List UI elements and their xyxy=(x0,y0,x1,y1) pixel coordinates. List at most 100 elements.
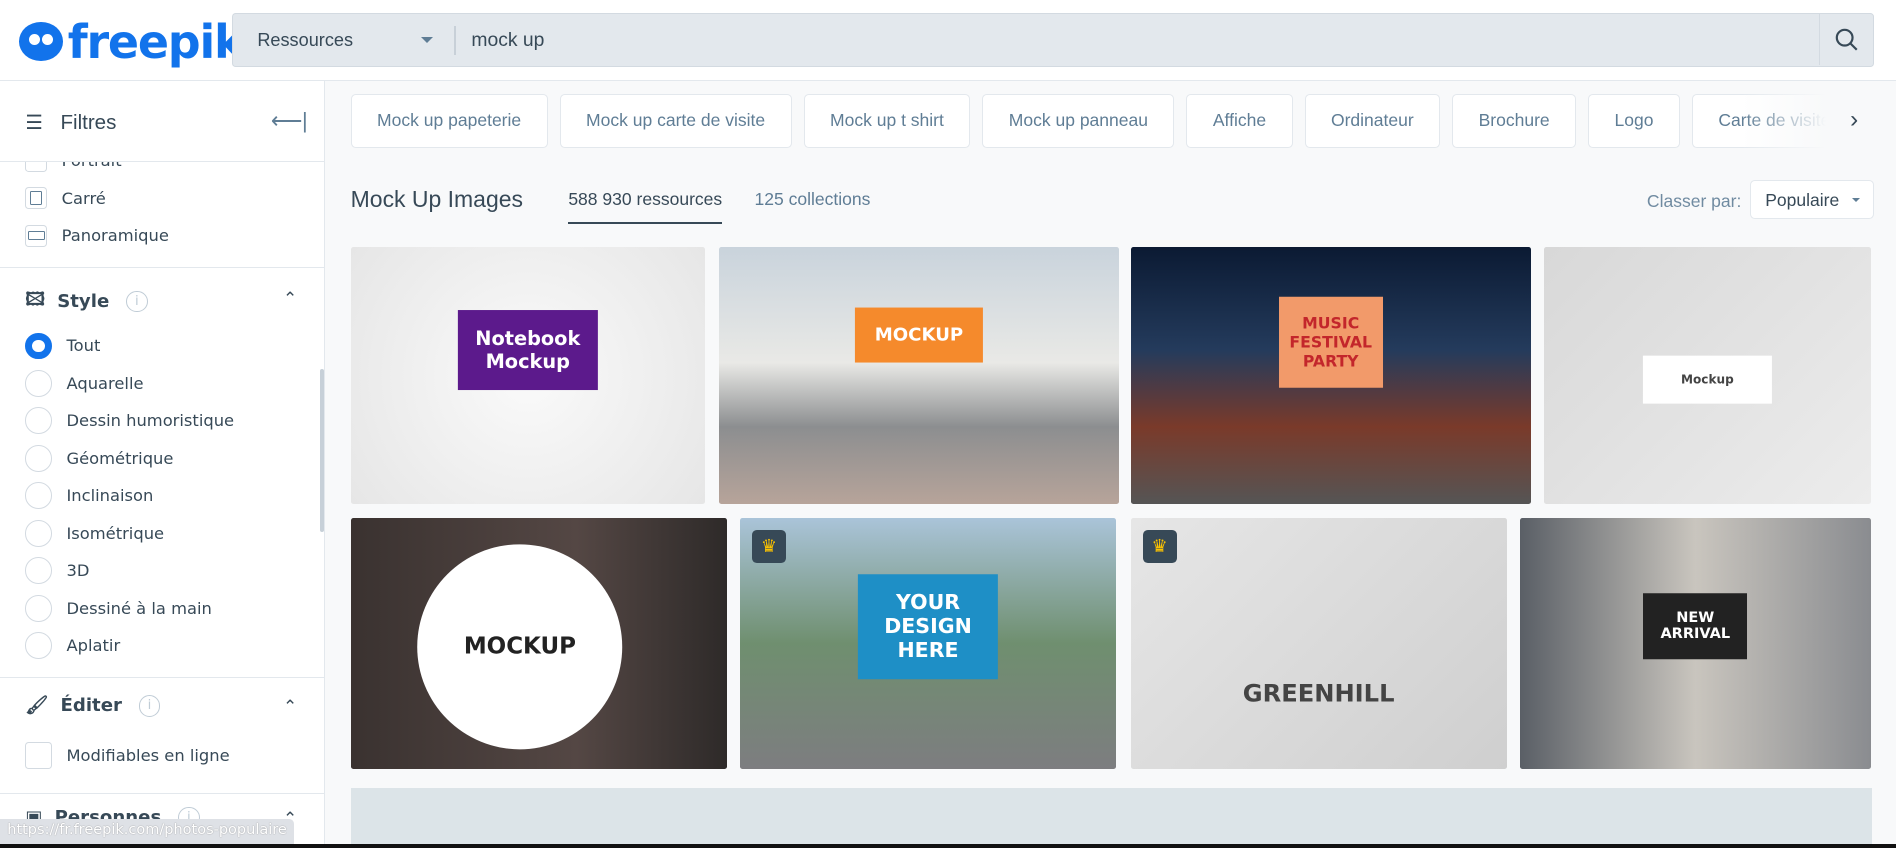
style-option[interactable]: Aplatir xyxy=(25,632,120,659)
search-bar: Ressources xyxy=(232,13,1875,67)
image-caption: YOUR DESIGN HERE xyxy=(857,573,999,680)
taskbar xyxy=(0,844,1896,848)
tag-chip[interactable]: Mock up carte de visite xyxy=(559,94,792,148)
radio-button[interactable] xyxy=(25,632,52,659)
style-option[interactable]: Isométrique xyxy=(25,519,165,547)
result-image[interactable]: Notebook Mockup xyxy=(350,246,705,505)
option-label: Dessin humoristique xyxy=(66,411,235,431)
filters-header: ☰ Filtres ⟵| xyxy=(0,81,325,162)
divider xyxy=(0,677,325,679)
freepik-logo[interactable]: freepik xyxy=(19,14,245,69)
result-image[interactable]: MUSIC FESTIVAL PARTY xyxy=(1130,246,1531,505)
tab-collections[interactable]: 125 collections xyxy=(755,189,871,210)
style-option[interactable]: 3D xyxy=(25,557,90,585)
sidebar-scrollbar[interactable] xyxy=(320,368,325,533)
radio-button[interactable] xyxy=(25,519,52,547)
tag-chip[interactable]: Mock up papeterie xyxy=(350,94,548,148)
chevron-right-icon[interactable]: › xyxy=(1850,106,1858,134)
panoramic-icon xyxy=(25,224,48,247)
tag-chip[interactable]: Affiche xyxy=(1186,94,1293,148)
style-option[interactable]: Géométrique xyxy=(25,444,174,472)
result-image[interactable]: GREENHILL ♛ xyxy=(1130,517,1507,770)
option-label: 3D xyxy=(66,561,90,581)
option-label: Dessiné à la main xyxy=(66,598,212,618)
result-image[interactable]: MOCKUP xyxy=(719,246,1119,505)
option-label: Aquarelle xyxy=(66,373,144,393)
square-icon xyxy=(25,187,48,210)
tag-chip[interactable]: Mock up t shirt xyxy=(803,94,971,148)
sort-value: Populaire xyxy=(1765,189,1840,210)
option-label: Inclinaison xyxy=(66,486,154,506)
editable-online-checkbox[interactable]: Modifiables en ligne xyxy=(25,742,230,770)
image-caption: MUSIC FESTIVAL PARTY xyxy=(1278,296,1383,388)
logo-text: freepik xyxy=(67,14,245,69)
result-image[interactable]: NEW ARRIVAL xyxy=(1519,517,1871,770)
chevron-up-icon[interactable]: ⌃ xyxy=(283,288,297,309)
orientation-portrait[interactable]: Portrait xyxy=(25,162,122,172)
result-image[interactable]: YOUR DESIGN HERE ♛ xyxy=(740,517,1117,770)
chips-fade xyxy=(1741,94,1896,150)
style-option[interactable]: Aquarelle xyxy=(25,370,144,397)
image-placeholder xyxy=(350,788,1872,848)
search-icon xyxy=(1835,28,1858,51)
divider xyxy=(0,267,325,269)
option-label: Isométrique xyxy=(66,523,165,543)
portrait-icon xyxy=(25,162,48,172)
filters-title: Filtres xyxy=(60,111,117,135)
radio-button[interactable] xyxy=(25,407,52,435)
option-label: Carré xyxy=(61,188,106,208)
caret-down-icon[interactable] xyxy=(420,37,433,49)
header: freepik Ressources xyxy=(0,0,1896,81)
sort-select[interactable]: Populaire xyxy=(1749,180,1875,219)
style-section-header[interactable]: 🖾 Style i xyxy=(25,287,148,317)
option-label: Portrait xyxy=(62,162,122,170)
image-sparkle-icon: 🖾 xyxy=(25,288,46,310)
logo-mascot-icon xyxy=(19,22,63,61)
chevron-up-icon[interactable]: ⌃ xyxy=(283,696,297,717)
result-image[interactable]: MOCKUP xyxy=(350,517,727,770)
option-label: Tout xyxy=(66,336,101,356)
radio-button[interactable] xyxy=(25,332,52,360)
filters-sidebar: ☰ Filtres ⟵| Portrait Carré Panoramique … xyxy=(0,81,326,848)
option-label: Modifiables en ligne xyxy=(66,746,230,766)
image-caption: GREENHILL xyxy=(1242,679,1395,708)
section-title: Style xyxy=(57,291,110,313)
option-label: Géométrique xyxy=(66,448,174,468)
info-icon[interactable]: i xyxy=(126,290,148,313)
sort-label: Classer par: xyxy=(1646,191,1742,212)
image-caption: NEW ARRIVAL xyxy=(1643,593,1748,660)
resource-type-select[interactable]: Ressources xyxy=(257,30,353,51)
style-option[interactable]: Dessiné à la main xyxy=(25,594,212,622)
search-input[interactable] xyxy=(468,23,1683,58)
edit-section-header[interactable]: 🖌 Éditer i xyxy=(25,695,161,717)
section-title: Éditer xyxy=(60,695,122,717)
orientation-panoramic[interactable]: Panoramique xyxy=(25,224,169,247)
status-bar-url: https://fr.freepik.com/photos-populaire xyxy=(0,818,295,845)
radio-button[interactable] xyxy=(25,482,52,510)
style-option[interactable]: Tout xyxy=(25,332,101,360)
tag-chip[interactable]: Mock up panneau xyxy=(982,94,1175,148)
radio-button[interactable] xyxy=(25,557,52,585)
radio-button[interactable] xyxy=(25,444,52,472)
style-option[interactable]: Inclinaison xyxy=(25,482,154,510)
image-caption: MOCKUP xyxy=(417,543,623,750)
style-option[interactable]: Dessin humoristique xyxy=(25,407,235,435)
collapse-sidebar-icon[interactable]: ⟵| xyxy=(271,108,308,134)
info-icon[interactable]: i xyxy=(138,695,161,717)
image-caption: Mockup xyxy=(1643,355,1772,404)
divider xyxy=(454,26,456,56)
radio-button[interactable] xyxy=(25,594,52,622)
divider xyxy=(0,793,325,795)
tag-chip[interactable]: Logo xyxy=(1588,94,1680,148)
orientation-square[interactable]: Carré xyxy=(25,187,106,210)
option-label: Aplatir xyxy=(66,636,121,656)
search-button[interactable] xyxy=(1819,14,1873,66)
radio-button[interactable] xyxy=(25,370,52,397)
premium-crown-icon: ♛ xyxy=(752,529,786,564)
tag-chip[interactable]: Ordinateur xyxy=(1304,94,1441,148)
result-image[interactable]: Mockup xyxy=(1544,246,1871,505)
image-caption: MOCKUP xyxy=(854,307,984,363)
tag-chip[interactable]: Brochure xyxy=(1452,94,1577,148)
checkbox[interactable] xyxy=(25,742,52,770)
tab-resources[interactable]: 588 930 ressources xyxy=(568,189,723,224)
